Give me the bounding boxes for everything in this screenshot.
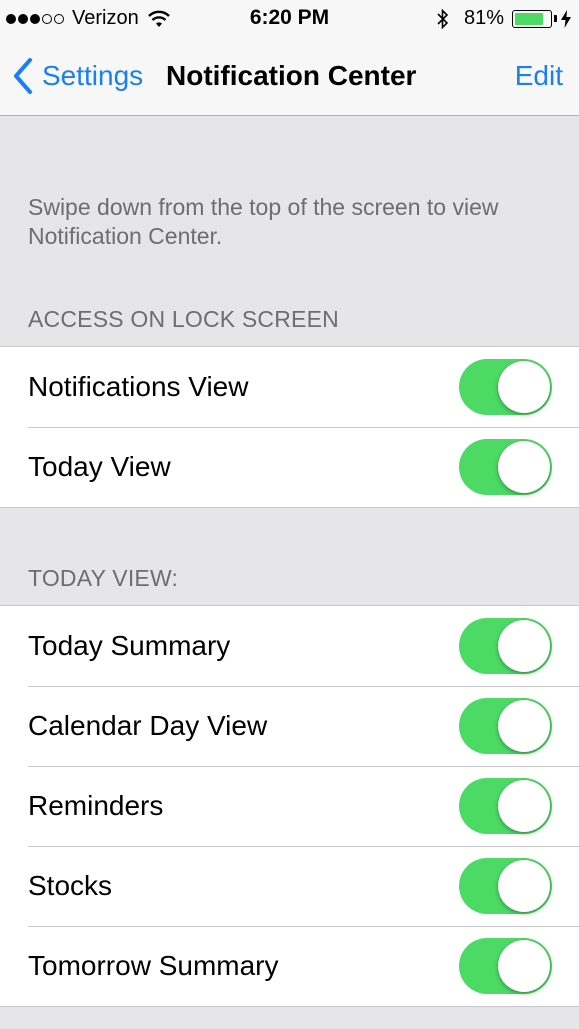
toggle-knob	[498, 361, 550, 413]
reminders-toggle[interactable]	[459, 778, 552, 834]
section-header-today-view: TODAY VIEW:	[28, 565, 179, 591]
today-summary-toggle[interactable]	[459, 618, 552, 674]
section-header-access-on-lock-screen: ACCESS ON LOCK SCREEN	[28, 306, 339, 332]
bluetooth-icon	[437, 8, 449, 29]
row-label: Reminders	[28, 790, 164, 821]
toggle-knob	[498, 860, 550, 912]
row-label: Notifications View	[28, 371, 249, 402]
row-label: Stocks	[28, 870, 113, 901]
settings-row-today-summary: Today Summary	[0, 606, 579, 686]
tomorrow-summary-toggle[interactable]	[459, 938, 552, 994]
settings-row-notifications-view: Notifications View	[0, 347, 579, 427]
toggle-knob	[498, 940, 550, 992]
stocks-toggle[interactable]	[459, 858, 552, 914]
battery-fill	[515, 12, 543, 25]
intro-description: Swipe down from the top of the screen to…	[28, 194, 499, 249]
battery-percent: 81%	[463, 7, 504, 29]
page-title: Notification Center	[166, 60, 417, 91]
battery-icon	[512, 9, 552, 28]
settings-group-today-view: Today Summary Calendar Day View Reminder…	[0, 605, 579, 1007]
back-button[interactable]: Settings	[12, 56, 143, 96]
settings-group-lock-screen: Notifications View Today View	[0, 346, 579, 508]
row-label: Today View	[28, 451, 171, 482]
settings-row-today-view: Today View	[0, 427, 579, 507]
notifications-view-toggle[interactable]	[459, 359, 552, 415]
toggle-knob	[498, 780, 550, 832]
status-right: 81%	[436, 7, 571, 30]
settings-row-stocks: Stocks	[0, 846, 579, 926]
today-view-toggle[interactable]	[459, 439, 552, 495]
row-label: Tomorrow Summary	[28, 950, 279, 981]
row-label: Today Summary	[28, 630, 231, 661]
toggle-knob	[498, 441, 550, 493]
toggle-knob	[498, 700, 550, 752]
settings-row-tomorrow-summary: Tomorrow Summary	[0, 926, 579, 1006]
settings-row-calendar-day-view: Calendar Day View	[0, 686, 579, 766]
back-button-label: Settings	[42, 60, 144, 91]
row-label: Calendar Day View	[28, 710, 268, 741]
settings-row-reminders: Reminders	[0, 766, 579, 846]
chevron-left-icon	[14, 58, 32, 94]
toggle-knob	[498, 620, 550, 672]
navigation-bar: Settings Notification Center Edit	[0, 38, 579, 116]
calendar-day-view-toggle[interactable]	[459, 698, 552, 754]
battery-cap	[554, 15, 557, 22]
edit-button[interactable]: Edit	[515, 60, 563, 92]
charging-bolt-icon	[561, 9, 571, 28]
status-bar: Verizon 6:20 PM 81%	[0, 0, 579, 38]
